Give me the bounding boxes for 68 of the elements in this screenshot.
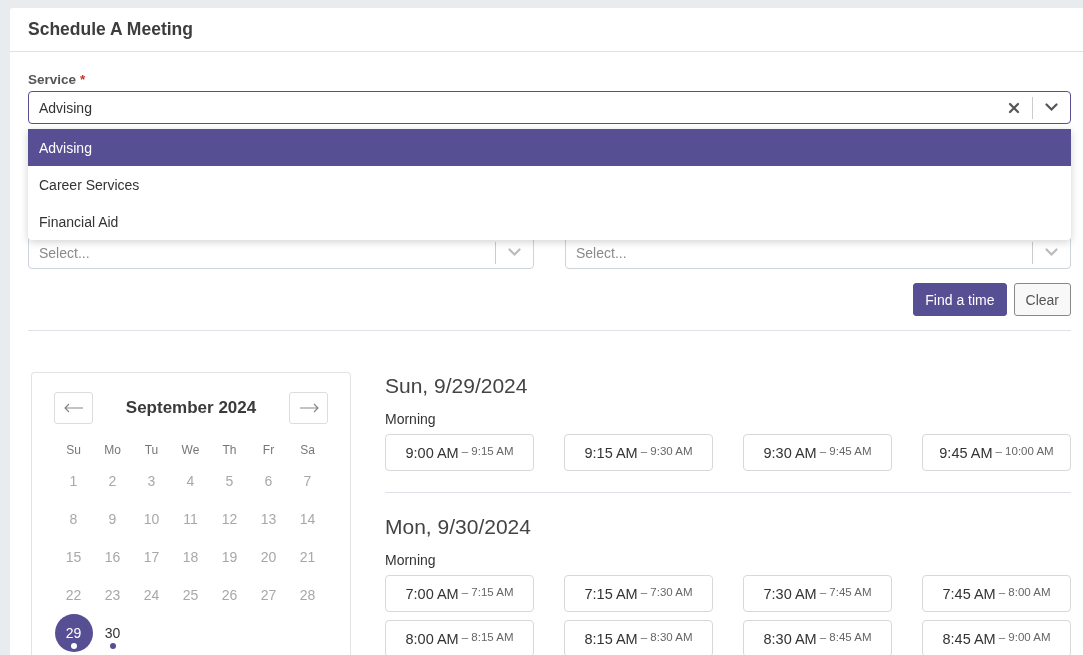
period-label: Morning xyxy=(385,552,437,568)
calendar-day: 27 xyxy=(249,576,288,614)
menu-option[interactable]: Advising xyxy=(28,129,1071,166)
calendar-day: 5 xyxy=(210,462,249,500)
chevron-down-icon[interactable] xyxy=(1045,103,1058,112)
next-month-button[interactable] xyxy=(289,392,328,424)
calendar-day: 6 xyxy=(249,462,288,500)
calendar-day: 11 xyxy=(171,500,210,538)
period-label: Morning xyxy=(385,411,437,427)
calendar-day: 1 xyxy=(54,462,93,500)
calendar-day: 19 xyxy=(210,538,249,576)
calendar-day: 14 xyxy=(288,500,327,538)
page-title: Schedule A Meeting xyxy=(28,19,193,40)
time-slot-button[interactable]: 8:15 AM – 8:30 AM xyxy=(564,620,713,655)
weekday-label: We xyxy=(180,442,201,459)
calendar-day: 16 xyxy=(93,538,132,576)
time-slot-button[interactable]: 7:15 AM – 7:30 AM xyxy=(564,575,713,612)
weekday-label: Tu xyxy=(143,442,160,459)
calendar-day: 7 xyxy=(288,462,327,500)
calendar-day: 4 xyxy=(171,462,210,500)
calendar-day: 9 xyxy=(93,500,132,538)
calendar-day: 8 xyxy=(54,500,93,538)
time-slot-button[interactable]: 7:30 AM – 7:45 AM xyxy=(743,575,892,612)
calendar-day: 22 xyxy=(54,576,93,614)
required-mark: * xyxy=(80,72,86,87)
time-slot-button[interactable]: 8:00 AM – 8:15 AM xyxy=(385,620,534,655)
time-slot-button[interactable]: 9:00 AM – 9:15 AM xyxy=(385,434,534,471)
service-select[interactable]: Advising xyxy=(28,91,1071,124)
calendar-day: 20 xyxy=(249,538,288,576)
time-slot-button[interactable]: 9:45 AM – 10:00 AM xyxy=(922,434,1071,471)
clear-button[interactable]: Clear xyxy=(1013,283,1071,316)
weekday-label: Su xyxy=(65,442,82,459)
time-slot-button[interactable]: 9:15 AM – 9:30 AM xyxy=(564,434,713,471)
arrow-left-icon xyxy=(63,403,84,413)
calendar-day: 15 xyxy=(54,538,93,576)
calendar-day: 28 xyxy=(288,576,327,614)
time-slot-button[interactable]: 8:45 AM – 9:00 AM xyxy=(922,620,1071,655)
weekday-label: Th xyxy=(221,442,238,459)
weekday-label: Mo xyxy=(103,442,122,459)
time-slot-button[interactable]: 9:30 AM – 9:45 AM xyxy=(743,434,892,471)
calendar-day: 2 xyxy=(93,462,132,500)
calendar-day: 3 xyxy=(132,462,171,500)
time-slot-button[interactable]: 8:30 AM – 8:45 AM xyxy=(743,620,892,655)
calendar-day: 12 xyxy=(210,500,249,538)
month-title: September 2024 xyxy=(125,398,257,418)
time-slot-button[interactable]: 7:45 AM – 8:00 AM xyxy=(922,575,1071,612)
calendar-day[interactable]: 29 xyxy=(54,614,93,652)
weekday-label: Fr xyxy=(261,442,276,459)
calendar-day: 24 xyxy=(132,576,171,614)
calendar-day: 18 xyxy=(171,538,210,576)
field-label: Service xyxy=(28,72,77,87)
time-slot-button[interactable]: 7:00 AM – 7:15 AM xyxy=(385,575,534,612)
weekday-label: Sa xyxy=(299,442,316,459)
menu-option[interactable]: Career Services xyxy=(28,166,1071,203)
calendar-day: 10 xyxy=(132,500,171,538)
clear-icon[interactable] xyxy=(1008,101,1020,114)
find-time-button[interactable]: Find a time xyxy=(913,283,1007,316)
calendar-day: 23 xyxy=(93,576,132,614)
day-heading: Mon, 9/30/2024 xyxy=(385,515,532,539)
calendar-day: 17 xyxy=(132,538,171,576)
day-heading: Sun, 9/29/2024 xyxy=(385,374,529,398)
calendar-day: 26 xyxy=(210,576,249,614)
calendar-day[interactable]: 30 xyxy=(93,614,132,652)
calendar-day: 13 xyxy=(249,500,288,538)
calendar-day: 25 xyxy=(171,576,210,614)
previous-month-button[interactable] xyxy=(54,392,93,424)
calendar-day: 21 xyxy=(288,538,327,576)
arrow-right-icon xyxy=(298,403,319,413)
